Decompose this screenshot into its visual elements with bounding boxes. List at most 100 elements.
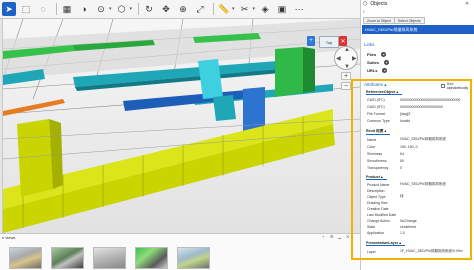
attribute-row: Transparency 0	[367, 165, 469, 170]
section-presentation-layer[interactable]: PresentationLayer ▴	[366, 241, 406, 246]
minimize-icon[interactable]: ▁	[338, 234, 341, 239]
links-item-files[interactable]: Files +	[367, 51, 387, 57]
attribute-row: Common Type Invalid	[367, 118, 469, 123]
close-icon: ✕	[340, 38, 346, 45]
more-icon[interactable]: ⋯	[292, 2, 306, 16]
attribute-value: 1.0	[400, 230, 405, 235]
section-product[interactable]: Product ▴	[366, 175, 387, 180]
attribute-key: Common Type	[367, 118, 390, 123]
attribute-key: Application	[367, 230, 385, 235]
arrow-down-icon[interactable]: ▼	[344, 64, 350, 70]
attribute-row: Application 1.0	[367, 230, 469, 235]
section-title: ReferenceObject	[366, 90, 396, 94]
chevron-down-icon[interactable]: ▾	[109, 6, 112, 12]
3d-viewport[interactable]: + ✕ Top ▲ ▼ ◀ ▶ + − ☝	[3, 19, 360, 233]
attribute-row: Color 150, 150, 0	[367, 144, 469, 149]
arrow-up-icon[interactable]: ▲	[344, 47, 350, 53]
add-icon[interactable]: +	[384, 59, 390, 65]
attribute-value: HVAC_SED/P#/排烟排风系统	[400, 137, 446, 141]
viewcube-face-label: Top	[325, 39, 333, 45]
chevron-down-icon[interactable]: ▾	[130, 6, 133, 12]
zoom-out-button[interactable]: −	[341, 82, 351, 90]
attribute-row: Name HVAC_SED/P#/排烟排风系统	[367, 137, 469, 142]
yellow-duct-drop[interactable]	[17, 119, 53, 197]
attribute-value: 50	[400, 158, 404, 163]
zoom-window-icon[interactable]: ⊕	[176, 2, 190, 16]
close-icon[interactable]: ✕	[346, 234, 349, 239]
back-chevron-icon[interactable]: ‹	[363, 9, 365, 15]
attribute-value: 150, 150, 0	[400, 144, 418, 149]
arrow-right-icon[interactable]: ▶	[352, 56, 357, 62]
app-window: ➤ ⬚ ◌ ▦ ◑ ⊙ ▾ ⬡ ▾ ↻ ✥ ⊕ ⤢ 📏 ▾ ✂ ▾ ◈ ▣ ⋯	[0, 0, 474, 270]
attribute-value: 1F_HVAC_SED/P#/排烟排风系统/0.00m	[400, 249, 463, 253]
toolbar-divider	[213, 3, 215, 15]
add-icon[interactable]: +	[382, 67, 388, 73]
link-label: Files	[367, 51, 377, 57]
hide-icon[interactable]: ◑	[77, 2, 91, 16]
select-arrow-icon[interactable]: ➤	[2, 2, 16, 16]
green-equipment	[275, 47, 303, 97]
measure-icon[interactable]: 📏	[217, 2, 231, 16]
attribute-value: Invalid	[400, 118, 411, 123]
cube-icon[interactable]: ⬡	[115, 2, 129, 16]
attributes-heading[interactable]: Attributes ▴	[364, 82, 387, 88]
chevron-down-icon[interactable]: ▾	[253, 6, 256, 12]
attribute-key: Color	[367, 144, 376, 149]
add-view-button[interactable]: +	[322, 234, 324, 239]
attribute-row: File Format [dwg]3	[367, 111, 469, 116]
attribute-key: Last Modified Date	[367, 212, 397, 217]
view-thumbnail[interactable]	[135, 247, 168, 269]
section-reference-object[interactable]: ReferenceObject ▴	[366, 90, 403, 95]
view-thumbnail[interactable]	[93, 247, 126, 269]
cyan-pipe	[213, 95, 236, 121]
section-revit-material[interactable]: Revit 材质 ▴	[366, 129, 391, 135]
zoom-in-button[interactable]: +	[341, 72, 351, 80]
pan-icon[interactable]: ✥	[159, 2, 173, 16]
links-item-suites[interactable]: Suites +	[367, 59, 390, 65]
model-scene	[3, 19, 360, 233]
orbit-control[interactable]: ▲ ▼ ◀ ▶	[334, 46, 358, 70]
attribute-value: 0000000000000000000000	[400, 104, 443, 109]
cut-plane-icon[interactable]: ✂	[238, 2, 252, 16]
checkbox-icon[interactable]	[441, 84, 445, 88]
select-window-icon[interactable]: ⬚	[19, 2, 33, 16]
orbit-icon[interactable]: ↻	[142, 2, 156, 16]
chevron-up-icon: ▴	[384, 82, 387, 87]
settings-icon[interactable]: ⚙	[330, 234, 334, 239]
viewport-close-badge[interactable]: ✕	[339, 36, 347, 46]
isolate-icon[interactable]: ⊙	[94, 2, 108, 16]
lasso-icon[interactable]: ◌	[36, 2, 50, 16]
viewport-add-badge[interactable]: +	[307, 36, 315, 46]
add-icon[interactable]: +	[381, 51, 387, 57]
attribute-row: GUID (IFC) 000000000000000000000000000000…	[367, 97, 469, 102]
attribute-key: Name	[367, 137, 377, 142]
close-icon[interactable]: ✕	[465, 1, 469, 7]
view-thumbnail[interactable]	[51, 247, 84, 269]
zoom-to-object-button[interactable]: Zoom to Object	[363, 17, 395, 24]
attribute-key: Transparency	[367, 165, 389, 170]
camera-icon[interactable]: ▣	[275, 2, 289, 16]
fit-view-icon[interactable]: ⤢	[193, 2, 207, 16]
attribute-value: 0	[400, 165, 402, 170]
attribute-row: Object Type 线	[367, 194, 469, 199]
section-title: Product	[366, 175, 380, 179]
section-box-icon[interactable]: ▦	[60, 2, 74, 16]
main-toolbar: ➤ ⬚ ◌ ▦ ◑ ⊙ ▾ ⬡ ▾ ↻ ✥ ⊕ ⤢ 📏 ▾ ✂ ▾ ◈ ▣ ⋯	[0, 0, 362, 19]
attribute-value: 0000000000000000000000000000000	[400, 97, 461, 102]
attribute-value: HVAC_SED/P#/排烟排风系统	[400, 182, 446, 186]
select-objects-button[interactable]: Select Objects	[394, 17, 425, 24]
plus-icon: +	[309, 38, 313, 44]
attribute-key: Change Action	[367, 218, 390, 223]
links-heading: Links	[364, 42, 375, 47]
chevron-down-icon[interactable]: ▾	[232, 6, 235, 12]
sort-alphabetically-checkbox[interactable]: Sort alphabetically	[441, 82, 474, 90]
view-thumbnail[interactable]	[9, 247, 42, 269]
attribute-value: 线	[400, 194, 404, 198]
saved-views-strip: n views + ⚙ ▁ ✕	[0, 233, 360, 270]
selected-object-row[interactable]: HVAC_SED/P#/排烟排风系统	[362, 25, 474, 34]
view-thumbnail[interactable]	[177, 247, 210, 269]
color-icon[interactable]: ◈	[258, 2, 272, 16]
arrow-left-icon[interactable]: ◀	[336, 56, 341, 62]
links-item-urls[interactable]: URLs +	[367, 67, 388, 73]
panel-title: Objects	[370, 1, 388, 7]
